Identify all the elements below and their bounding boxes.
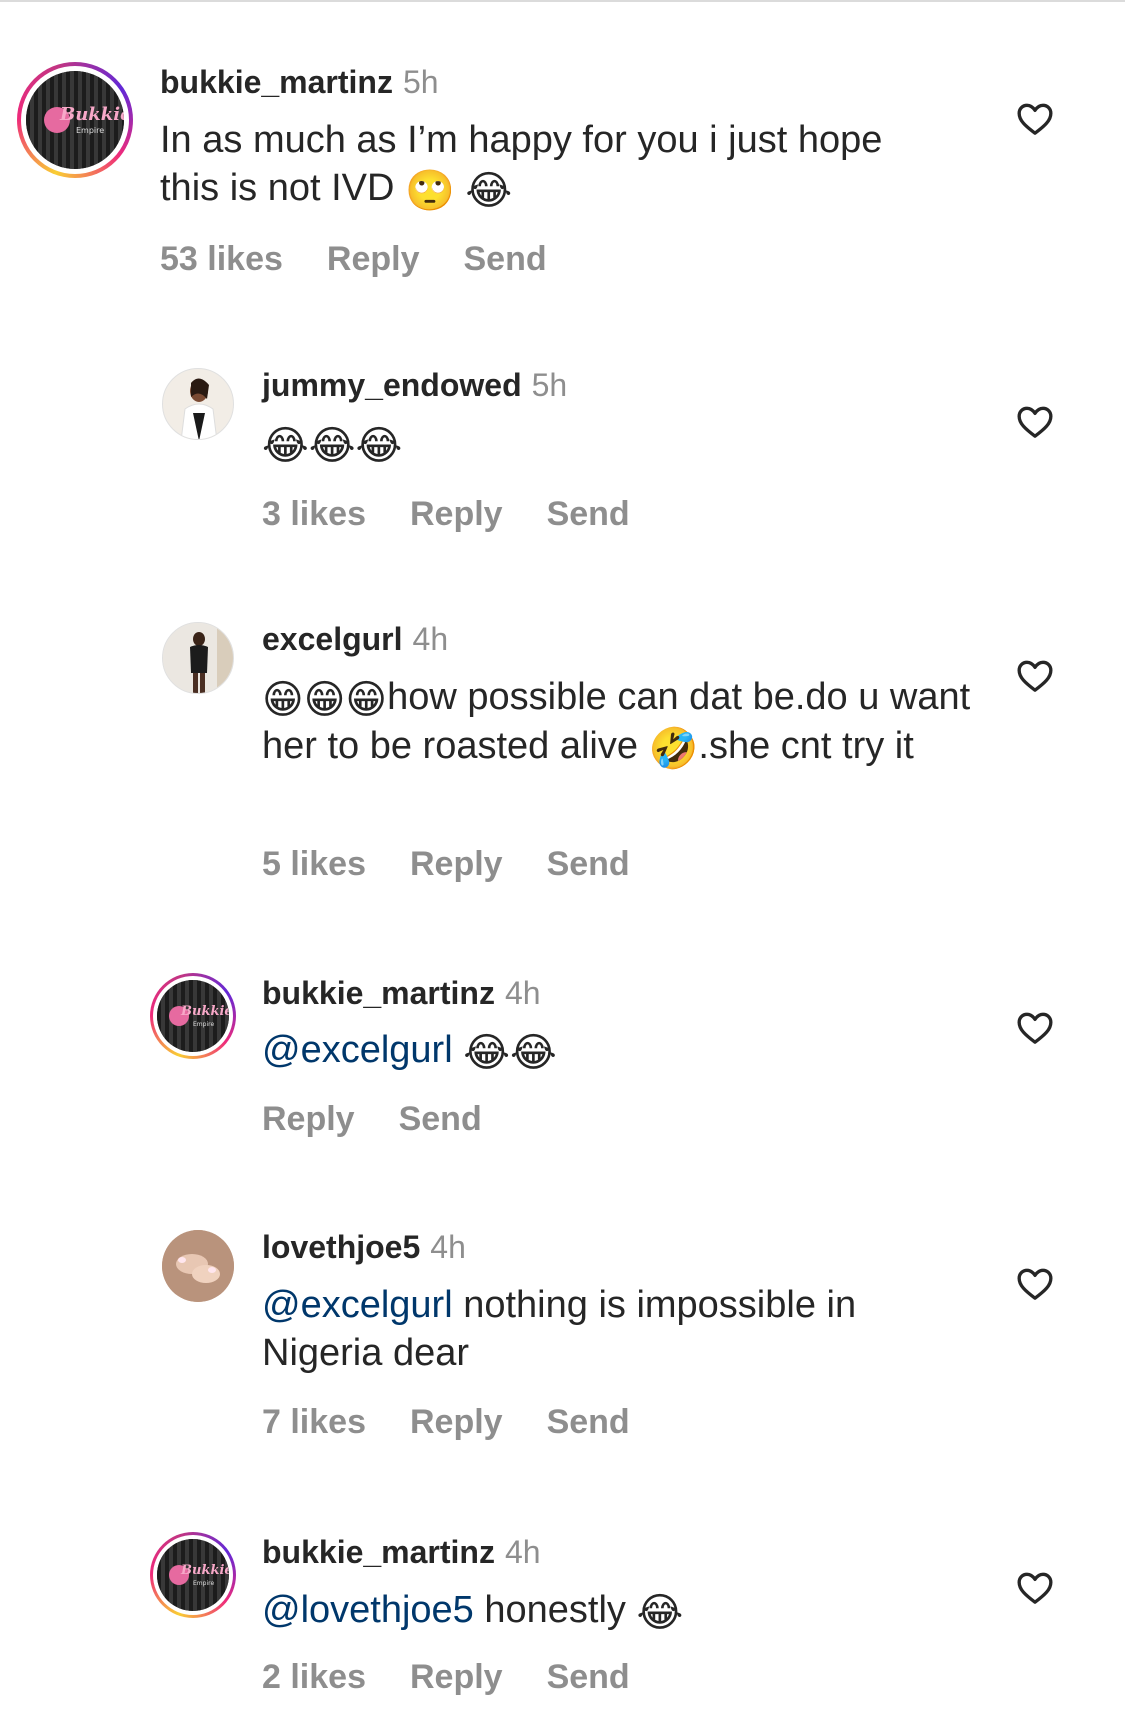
mention-link[interactable]: @excelgurl bbox=[262, 1284, 453, 1326]
grinning-emoji: 😁😁😁 bbox=[262, 677, 388, 723]
likes-count[interactable]: 3 likes bbox=[262, 495, 366, 533]
avatar: Bukkie's Empire bbox=[157, 980, 229, 1052]
heart-outline-icon[interactable] bbox=[1015, 1264, 1055, 1304]
avatar[interactable] bbox=[162, 1230, 234, 1302]
username[interactable]: bukkie_martinz 5h bbox=[160, 64, 439, 101]
comment-actions: 7 likes Reply Send bbox=[262, 1403, 674, 1442]
avatar: Bukkie's Empire bbox=[26, 71, 124, 169]
reply-button[interactable]: Reply bbox=[410, 1658, 503, 1696]
username[interactable]: lovethjoe5 4h bbox=[262, 1229, 466, 1266]
heart-outline-icon[interactable] bbox=[1015, 1568, 1055, 1608]
tears-of-joy-emoji: 😂 bbox=[465, 168, 513, 214]
likes-count[interactable]: 7 likes bbox=[262, 1403, 366, 1441]
comment-actions: Reply Send bbox=[262, 1100, 526, 1139]
comment-text: In as much as I’m happy for you i just h… bbox=[160, 119, 883, 214]
send-button[interactable]: Send bbox=[547, 1403, 630, 1441]
avatar[interactable] bbox=[162, 622, 234, 694]
likes-count[interactable]: 2 likes bbox=[262, 1658, 366, 1696]
rofl-emoji: 🤣 bbox=[648, 726, 699, 772]
person-photo-icon bbox=[180, 378, 218, 439]
timestamp: 5h bbox=[402, 64, 439, 100]
username[interactable]: bukkie_martinz 4h bbox=[262, 975, 541, 1012]
reply-button[interactable]: Reply bbox=[262, 1100, 355, 1138]
mention-link[interactable]: @excelgurl bbox=[262, 1029, 453, 1071]
comment-text: 😂😂😂 bbox=[262, 419, 962, 468]
rolling-eyes-emoji: 🙄 bbox=[404, 168, 455, 214]
username[interactable]: excelgurl 4h bbox=[262, 621, 448, 658]
comment-text: @excelgurl 😂😂 bbox=[262, 1026, 982, 1075]
comment-actions: 53 likes Reply Send bbox=[160, 240, 591, 279]
heart-outline-icon[interactable] bbox=[1015, 402, 1055, 442]
comment-actions: 2 likes Reply Send bbox=[262, 1658, 674, 1697]
comment-actions: 5 likes Reply Send bbox=[262, 845, 674, 884]
story-avatar-ring[interactable]: Bukkie's Empire bbox=[150, 1532, 236, 1618]
comment-text: @excelgurl nothing is impossible in Nige… bbox=[262, 1284, 857, 1374]
timestamp: 4h bbox=[504, 1534, 541, 1570]
top-divider bbox=[0, 0, 1125, 2]
comment-actions: 3 likes Reply Send bbox=[262, 495, 674, 534]
timestamp: 4h bbox=[412, 621, 449, 657]
username[interactable]: jummy_endowed 5h bbox=[262, 367, 567, 404]
person-photo-icon bbox=[163, 623, 233, 693]
comment-text: 😁😁😁how possible can dat be.do u want her… bbox=[262, 676, 971, 772]
reply-button[interactable]: Reply bbox=[410, 495, 503, 533]
send-button[interactable]: Send bbox=[547, 495, 630, 533]
send-button[interactable]: Send bbox=[399, 1100, 482, 1138]
avatar: Bukkie's Empire bbox=[157, 1539, 229, 1611]
heart-outline-icon[interactable] bbox=[1015, 656, 1055, 696]
heart-outline-icon[interactable] bbox=[1015, 1008, 1055, 1048]
send-button[interactable]: Send bbox=[463, 240, 546, 278]
heart-outline-icon[interactable] bbox=[1015, 99, 1055, 139]
tears-of-joy-emoji: 😂😂 bbox=[463, 1030, 557, 1076]
story-avatar-ring[interactable]: Bukkie's Empire bbox=[150, 973, 236, 1059]
send-button[interactable]: Send bbox=[547, 1658, 630, 1696]
mention-link[interactable]: @lovethjoe5 bbox=[262, 1589, 474, 1631]
tears-of-joy-emoji: 😂😂😂 bbox=[262, 423, 403, 469]
avatar[interactable] bbox=[162, 368, 234, 440]
reply-button[interactable]: Reply bbox=[410, 1403, 503, 1441]
hands-photo-icon bbox=[162, 1230, 234, 1302]
likes-count[interactable]: 53 likes bbox=[160, 240, 283, 278]
likes-count[interactable]: 5 likes bbox=[262, 845, 366, 883]
timestamp: 4h bbox=[430, 1229, 466, 1265]
timestamp: 5h bbox=[531, 367, 568, 403]
tears-of-joy-emoji: 😂 bbox=[636, 1590, 684, 1636]
timestamp: 4h bbox=[504, 975, 541, 1011]
story-avatar-ring[interactable]: Bukkie's Empire bbox=[17, 62, 133, 178]
reply-button[interactable]: Reply bbox=[410, 845, 503, 883]
send-button[interactable]: Send bbox=[547, 845, 630, 883]
username[interactable]: bukkie_martinz 4h bbox=[262, 1534, 541, 1571]
comment-text: @lovethjoe5 honestly 😂 bbox=[262, 1589, 684, 1636]
reply-button[interactable]: Reply bbox=[327, 240, 420, 278]
